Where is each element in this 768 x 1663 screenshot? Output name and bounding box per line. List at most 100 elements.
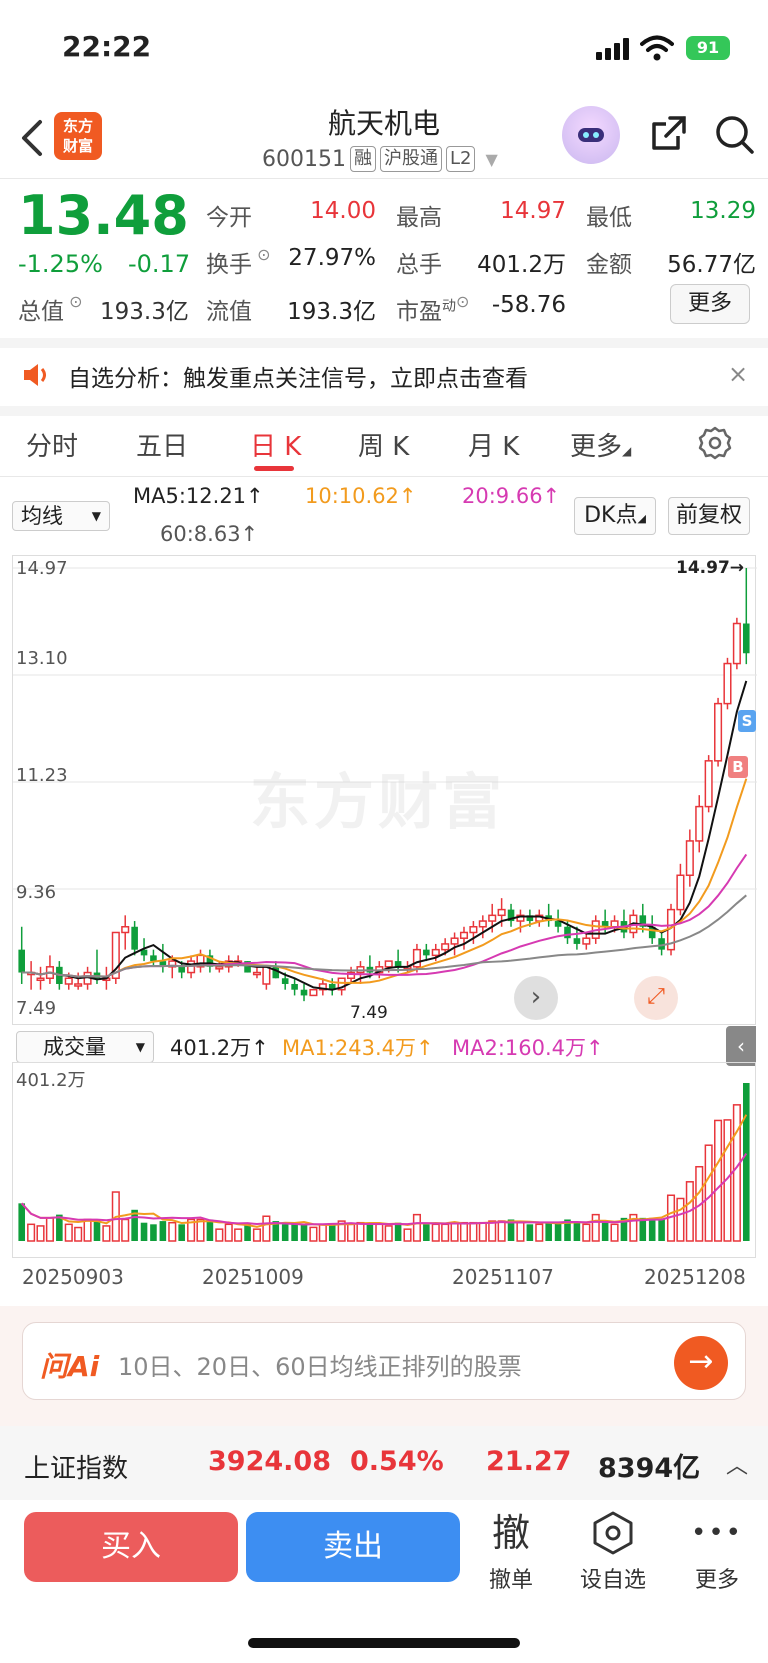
volume-bar (459, 1221, 469, 1242)
price-tick-3: 11.23 (16, 765, 68, 786)
sell-button[interactable]: 卖出 (246, 1512, 460, 1582)
volume-bar (206, 1219, 214, 1241)
candle (18, 926, 25, 984)
tab-monthly-k[interactable]: 月 K (468, 426, 519, 463)
volume-bar (93, 1219, 101, 1241)
candle (36, 966, 45, 990)
high-marker: 14.97→ (676, 558, 745, 578)
volume-value: 401.2万 (477, 252, 566, 278)
hexagon-icon (568, 1510, 658, 1556)
candle (545, 903, 552, 927)
volume-bar (168, 1221, 177, 1242)
volume-bar (74, 1226, 83, 1242)
dk-label: DK点 (584, 503, 638, 528)
float-value: 193.3亿 (287, 299, 376, 325)
volume-bar (412, 1213, 421, 1242)
total-value-text: 总值 (18, 299, 64, 325)
volume-bar (234, 1228, 243, 1242)
search-icon[interactable] (714, 114, 756, 156)
share-icon[interactable] (648, 114, 688, 154)
collapse-panel-button[interactable]: ‹ (726, 1026, 756, 1066)
low-value: 13.29 (690, 198, 756, 224)
buy-signal-marker[interactable]: B (728, 756, 748, 778)
volume-bar (610, 1223, 619, 1242)
caret-icon: ◢ (637, 512, 646, 525)
candle (111, 931, 120, 984)
tab-intraday[interactable]: 分时 (26, 426, 78, 463)
expand-icon[interactable]: ⤢ (634, 976, 678, 1020)
volume-bar (394, 1222, 402, 1241)
volume-bar (743, 1083, 750, 1241)
status-time: 22:22 (62, 30, 152, 63)
candle (582, 932, 591, 950)
volume-chart[interactable] (12, 1062, 756, 1258)
gear-icon[interactable] (698, 426, 732, 460)
dk-point-button[interactable]: DK点◢ (574, 497, 656, 535)
chevron-right-icon[interactable]: › (514, 976, 558, 1020)
candle (714, 697, 723, 767)
total-value: 193.3亿 (100, 299, 189, 325)
volume-bar (648, 1217, 656, 1241)
sell-signal-marker[interactable]: S (738, 710, 756, 732)
add-watchlist-button[interactable]: 设自选 (568, 1510, 658, 1594)
buy-button[interactable]: 买入 (24, 1512, 238, 1582)
low-marker: 7.49 (350, 1003, 388, 1023)
ma20-line (21, 853, 748, 978)
candle (262, 966, 271, 990)
volume-bar (356, 1221, 365, 1242)
more-menu-button[interactable]: ••• 更多 (672, 1510, 762, 1594)
volume-ma1: MA1:243.4万↑ (282, 1036, 434, 1060)
price-tick-4: 9.36 (16, 882, 57, 903)
volume-bar (658, 1219, 665, 1241)
robot-icon (578, 128, 604, 142)
assistant-avatar[interactable] (562, 106, 620, 164)
index-name: 上证指数 (24, 1454, 129, 1484)
arrow-right-icon[interactable]: → (674, 1336, 728, 1390)
divider (0, 338, 768, 348)
stock-code: 600151 (262, 146, 346, 172)
volume-bar (516, 1221, 525, 1242)
volume-bar (714, 1119, 723, 1242)
indicator-select[interactable]: 均线 ▼ (12, 501, 110, 531)
stock-code-row: 600151 融 沪股通 L2 ▼ (262, 146, 498, 172)
volume-bar (281, 1224, 289, 1241)
ma10-value: 10:10.62↑ (305, 484, 417, 508)
chevron-up-icon[interactable]: ︿ (726, 1448, 748, 1480)
volume-bar (83, 1218, 92, 1242)
volume-bar (423, 1224, 430, 1241)
volume-bar (545, 1222, 552, 1241)
ai-query-text[interactable]: 10日、20日、60日均线正排列的股票 (118, 1347, 522, 1382)
tab-more[interactable]: 更多◢ (570, 426, 631, 463)
change-amount: -0.17 (128, 250, 191, 278)
add-watchlist-label: 设自选 (579, 1568, 646, 1593)
tab-five-day[interactable]: 五日 (136, 426, 188, 463)
watermark: 东方财富 (250, 768, 506, 838)
candle (450, 932, 459, 956)
indicator-select-label: 均线 (21, 504, 63, 528)
tab-underline (254, 466, 294, 471)
volume-bar (196, 1218, 205, 1242)
caret-icon: ◢ (622, 444, 632, 458)
tab-daily-k[interactable]: 日 K (250, 426, 301, 463)
volume-bar (450, 1221, 459, 1242)
notice-text[interactable]: 自选分析：触发重点关注信号，立即点击查看 (68, 359, 528, 393)
adjust-button[interactable]: 前复权 (668, 497, 750, 535)
dropdown-icon: ▼ (135, 1040, 145, 1054)
index-change: 21.27 (486, 1446, 572, 1477)
dropdown-icon[interactable]: ▼ (485, 150, 497, 169)
pe-value: -58.76 (491, 292, 566, 318)
volume-bar (384, 1225, 393, 1242)
more-quote-button[interactable]: 更多 (670, 284, 750, 324)
volume-indicator-select[interactable]: 成交量 ▼ (16, 1031, 154, 1063)
candle (676, 863, 685, 916)
cancel-order-button[interactable]: 撤 撤单 (466, 1510, 556, 1594)
close-icon[interactable]: × (728, 360, 748, 388)
info-icon[interactable]: ⊙ (64, 292, 82, 311)
high-value: 14.97 (500, 198, 566, 224)
candle (300, 983, 308, 1002)
tab-weekly-k[interactable]: 周 K (358, 426, 409, 463)
volume-bar (554, 1222, 562, 1241)
candle (685, 829, 694, 887)
ai-logo: 问Ai (40, 1350, 100, 1383)
index-percent: 0.54% (350, 1446, 444, 1477)
